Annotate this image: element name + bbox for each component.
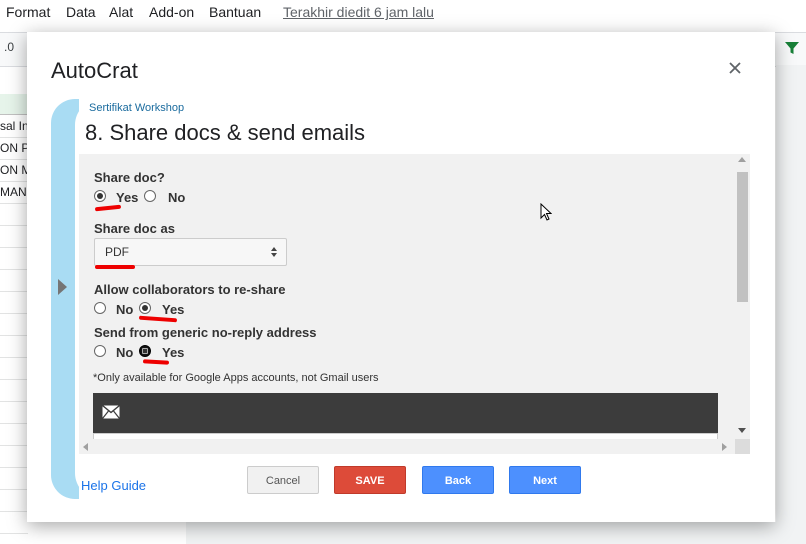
column-header[interactable] [0, 94, 28, 115]
vertical-scrollbar[interactable] [735, 154, 750, 439]
share-doc-no-radio[interactable] [144, 190, 156, 202]
sheet-cell[interactable] [0, 314, 28, 336]
reshare-label: Allow collaborators to re-share [94, 282, 286, 297]
sheet-cell[interactable] [0, 248, 28, 270]
scroll-up-icon[interactable] [738, 157, 746, 162]
email-toolbar [93, 393, 718, 433]
save-button[interactable]: SAVE [334, 466, 406, 494]
cancel-button[interactable]: Cancel [247, 466, 319, 494]
menu-data[interactable]: Data [66, 4, 96, 20]
scroll-right-icon[interactable] [722, 443, 727, 451]
sheet-cell[interactable] [0, 358, 28, 380]
back-button[interactable]: Back [422, 466, 494, 494]
menu-alat[interactable]: Alat [109, 4, 133, 20]
reshare-no-label: No [116, 302, 134, 317]
side-panel [51, 99, 103, 499]
menu-addon[interactable]: Add-on [149, 4, 194, 20]
reshare-yes-label: Yes [162, 302, 185, 317]
sheet-grid-left: sal In ON P ON M MAN [0, 70, 28, 544]
close-icon[interactable] [724, 57, 746, 79]
share-as-value: PDF [105, 245, 129, 259]
share-doc-yes-radio[interactable] [94, 190, 106, 202]
reshare-yes-radio[interactable] [139, 302, 151, 314]
sheet-cell[interactable] [0, 204, 28, 226]
sheet-cell[interactable] [0, 468, 28, 490]
reshare-no-radio[interactable] [94, 302, 106, 314]
sheet-cell[interactable] [0, 292, 28, 314]
scroll-down-icon[interactable] [738, 428, 746, 433]
horizontal-scrollbar[interactable] [79, 439, 735, 454]
sheet-cell[interactable] [0, 490, 28, 512]
sheet-cell[interactable]: MAN [0, 182, 28, 204]
noreply-yes-radio[interactable] [139, 345, 151, 357]
noreply-no-radio[interactable] [94, 345, 106, 357]
help-guide-link[interactable]: Help Guide [81, 478, 146, 493]
expand-arrow-icon[interactable] [58, 279, 67, 295]
sheet-cell[interactable] [0, 226, 28, 248]
scroll-left-icon[interactable] [83, 443, 88, 451]
sheet-cell[interactable] [0, 380, 28, 402]
sheet-cell[interactable] [0, 424, 28, 446]
annotation-mark [142, 359, 170, 365]
job-name: Sertifikat Workshop [89, 102, 185, 114]
envelope-icon [102, 405, 120, 419]
share-as-select[interactable]: PDF [94, 238, 287, 266]
annotation-mark [94, 204, 122, 212]
sheet-cell[interactable] [0, 270, 28, 292]
last-edit-link[interactable]: Terakhir diedit 6 jam lalu [283, 4, 434, 20]
scroll-thumb[interactable] [737, 172, 748, 302]
noreply-note: *Only available for Google Apps accounts… [93, 372, 379, 384]
mouse-cursor-icon [540, 203, 552, 221]
noreply-label: Send from generic no-reply address [94, 325, 317, 340]
noreply-no-label: No [116, 345, 134, 360]
menubar: Format Data Alat Add-on Bantuan Terakhir… [0, 0, 806, 28]
share-as-label: Share doc as [94, 221, 175, 236]
sheet-cell[interactable] [0, 402, 28, 424]
share-doc-label: Share doc? [94, 170, 165, 185]
sheet-cell[interactable] [0, 512, 28, 534]
menu-format[interactable]: Format [6, 4, 50, 20]
sheet-cell[interactable] [0, 446, 28, 468]
annotation-mark [95, 265, 135, 269]
step-title: 8. Share docs & send emails [85, 120, 366, 145]
sheet-cell[interactable] [0, 336, 28, 358]
decimal-button[interactable]: .0 [4, 40, 14, 54]
sheet-cell[interactable]: ON M [0, 160, 28, 182]
sheet-cell[interactable]: sal In [0, 116, 28, 138]
scroll-corner [735, 439, 750, 454]
select-caret-icon [271, 247, 277, 257]
menu-bantuan[interactable]: Bantuan [209, 4, 261, 20]
filter-icon[interactable] [784, 40, 800, 56]
share-doc-no-label: No [168, 190, 186, 205]
autocrat-dialog: AutoCrat Sertifikat Workshop 8. Share do… [27, 32, 775, 522]
step-content: Share doc? Yes No Share doc as PDF Allow… [79, 154, 749, 454]
sheet-cell[interactable]: ON P [0, 138, 28, 160]
sheet-background-bottom [186, 522, 806, 544]
next-button[interactable]: Next [509, 466, 581, 494]
share-doc-yes-label: Yes [116, 190, 139, 205]
dialog-title: AutoCrat [51, 58, 138, 83]
noreply-yes-label: Yes [162, 345, 185, 360]
sheet-background-right [776, 65, 806, 544]
